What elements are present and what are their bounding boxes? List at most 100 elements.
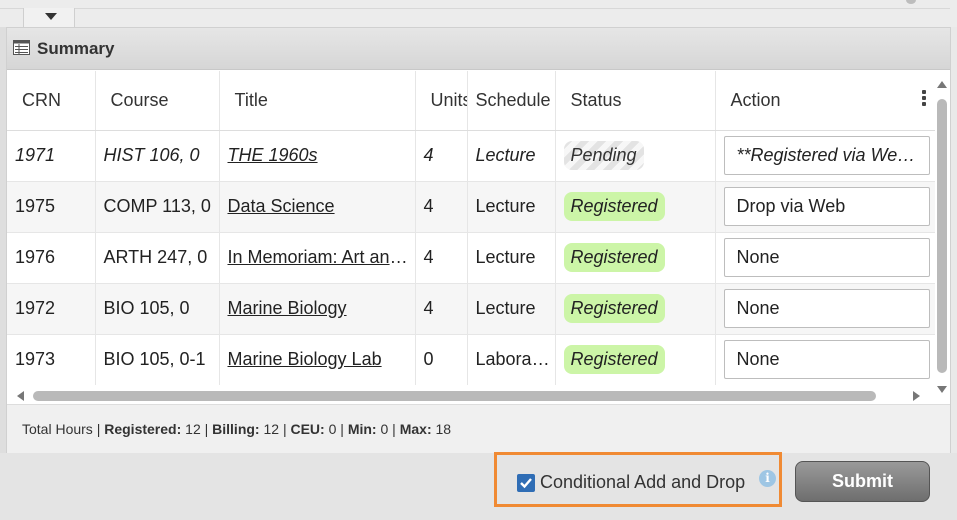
check-icon — [520, 478, 532, 489]
course-title-link[interactable]: THE 1960s — [228, 145, 318, 165]
units-cell: 0 — [415, 334, 468, 385]
top-strip — [0, 0, 957, 28]
separator: | — [96, 421, 101, 437]
title-cell: Marine Biology — [219, 283, 416, 335]
title-cell: In Memoriam: Art and Death — [219, 232, 416, 284]
status-cell: Registered — [555, 181, 716, 233]
table-row: 1975 COMP 113, 0 Data Science 4 Lecture … — [7, 181, 935, 233]
column-header-crn[interactable]: CRN — [7, 71, 96, 131]
course-title-link[interactable]: Data Science — [228, 196, 335, 216]
schedule-cell: Lecture — [467, 232, 556, 284]
table-icon — [13, 40, 30, 55]
status-badge: Pending — [563, 141, 644, 170]
table-row: 1973 BIO 105, 0-1 Marine Biology Lab 0 L… — [7, 334, 935, 385]
scroll-down-icon[interactable] — [937, 386, 947, 393]
course-cell: COMP 113, 0 — [95, 181, 220, 233]
registered-value: 12 — [185, 421, 201, 437]
horizontal-scrollbar[interactable] — [13, 388, 933, 404]
column-header-action[interactable]: Action — [715, 71, 935, 131]
scroll-thumb[interactable] — [33, 391, 876, 401]
ceu-value: 0 — [328, 421, 337, 437]
table-row: 1971 HIST 106, 0 THE 1960s 4 Lecture Pen… — [7, 130, 935, 182]
max-value: 18 — [435, 421, 452, 437]
column-header-course[interactable]: Course — [95, 71, 220, 131]
column-header-units[interactable]: Units — [415, 71, 468, 131]
title-cell: Marine Biology Lab — [219, 334, 416, 385]
panel-title: Summary — [37, 39, 115, 58]
billing-label: Billing: — [212, 421, 260, 437]
title-cell: THE 1960s — [219, 130, 416, 182]
max-label: Max: — [399, 421, 432, 437]
min-value: 0 — [380, 421, 389, 437]
course-cell: BIO 105, 0-1 — [95, 334, 220, 385]
crn-cell: 1971 — [7, 130, 96, 182]
schedule-cell: Lecture — [467, 283, 556, 335]
separator: | — [392, 421, 396, 437]
panel-header: Summary — [7, 28, 950, 70]
column-menu-icon[interactable] — [922, 90, 926, 106]
info-icon[interactable]: i — [759, 470, 776, 487]
status-cell: Registered — [555, 334, 716, 385]
course-cell: BIO 105, 0 — [95, 283, 220, 335]
conditional-add-drop-label[interactable]: Conditional Add and Drop — [540, 472, 745, 493]
action-cell: None — [715, 232, 935, 284]
separator: | — [340, 421, 344, 437]
totals-label: Total Hours — [22, 421, 93, 437]
summary-grid: CRN Course Title Units Schedule Status A… — [7, 71, 935, 385]
chevron-down-icon — [45, 13, 57, 20]
separator: | — [204, 421, 209, 437]
ceu-label: CEU: — [290, 421, 325, 437]
conditional-add-drop-checkbox[interactable] — [517, 474, 535, 492]
action-select[interactable]: None — [723, 238, 930, 277]
action-cell: Drop via Web — [715, 181, 935, 233]
table-row: 1972 BIO 105, 0 Marine Biology 4 Lecture… — [7, 283, 935, 335]
scroll-knob[interactable] — [906, 0, 916, 4]
crn-cell: 1975 — [7, 181, 96, 233]
registered-label: Registered: — [104, 421, 182, 437]
action-select[interactable]: **Registered via Web** — [723, 136, 930, 175]
crn-cell: 1972 — [7, 283, 96, 335]
column-header-title[interactable]: Title — [219, 71, 416, 131]
schedule-cell: Lecture — [467, 130, 556, 182]
status-cell: Registered — [555, 283, 716, 335]
dropdown-toggle[interactable] — [23, 8, 75, 28]
separator: | — [282, 421, 287, 437]
total-hours-summary: Total Hours | Registered: 12 | Billing: … — [7, 404, 950, 453]
units-cell: 4 — [415, 232, 468, 284]
crn-cell: 1976 — [7, 232, 96, 284]
status-badge: Registered — [563, 294, 665, 323]
schedule-cell: Lecture — [467, 181, 556, 233]
action-select[interactable]: Drop via Web — [723, 187, 930, 226]
course-title-link[interactable]: Marine Biology Lab — [228, 349, 382, 369]
schedule-cell: Laboratory — [467, 334, 556, 385]
column-header-schedule[interactable]: Schedule — [467, 71, 556, 131]
action-select[interactable]: None — [723, 289, 930, 328]
scroll-thumb[interactable] — [937, 99, 947, 373]
units-cell: 4 — [415, 181, 468, 233]
status-cell: Pending — [555, 130, 716, 182]
scroll-left-icon[interactable] — [17, 391, 24, 401]
conditional-add-drop: Conditional Add and Drop i — [494, 452, 782, 507]
min-label: Min: — [347, 421, 377, 437]
course-title-link[interactable]: In Memoriam: Art and Death — [228, 247, 415, 267]
status-badge: Registered — [563, 192, 665, 221]
divider — [0, 8, 950, 9]
scroll-right-icon[interactable] — [913, 391, 920, 401]
summary-panel: Summary CRN Course Title Units Schedule … — [6, 27, 951, 453]
status-badge: Registered — [563, 243, 665, 272]
scroll-up-icon[interactable] — [937, 81, 947, 88]
action-cell: None — [715, 334, 935, 385]
course-title-link[interactable]: Marine Biology — [228, 298, 347, 318]
column-header-status[interactable]: Status — [555, 71, 716, 131]
action-cell: None — [715, 283, 935, 335]
units-cell: 4 — [415, 130, 468, 182]
submit-button[interactable]: Submit — [795, 461, 930, 502]
status-badge: Registered — [563, 345, 665, 374]
table-row: 1976 ARTH 247, 0 In Memoriam: Art and De… — [7, 232, 935, 284]
units-cell: 4 — [415, 283, 468, 335]
course-cell: ARTH 247, 0 — [95, 232, 220, 284]
action-cell: **Registered via Web** — [715, 130, 935, 182]
action-select[interactable]: None — [723, 340, 930, 379]
vertical-scrollbar[interactable] — [934, 78, 950, 398]
billing-value: 12 — [263, 421, 280, 437]
